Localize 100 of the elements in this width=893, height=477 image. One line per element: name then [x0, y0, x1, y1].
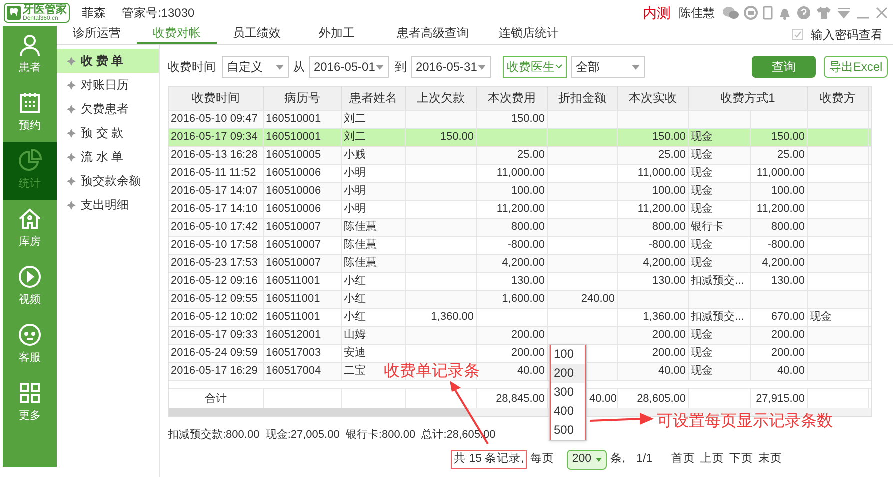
time-mode-select[interactable]: 自定义 [222, 56, 289, 78]
table-cell: 2016-05-12 10:02 [171, 311, 258, 323]
query-button[interactable]: 查询 [752, 56, 816, 78]
table-cell: 4,200.00 [643, 257, 686, 269]
table-row[interactable]: 2016-05-11 11:52 160510006 小明 11,000.00 11,000.00 现金 11,000.00 [169, 164, 871, 182]
table-cell: 130.00 [511, 275, 545, 287]
table-cell: 800.00 [511, 221, 545, 233]
diamond-bullet-icon [67, 152, 76, 162]
table-cell: 160510006 [266, 203, 322, 215]
menu-option[interactable]: 200 [550, 364, 586, 383]
table-cell: 4,200.00 [762, 257, 805, 269]
table-cell: 200.00 [771, 329, 805, 341]
table-row[interactable]: 2016-05-12 09:16 160511001 小红 130.00 130.00 扣减预交... 130.00 [169, 272, 871, 290]
submenu-item[interactable]: 欠费患者 [57, 97, 159, 121]
submenu-item[interactable]: 收 费 单 [57, 49, 159, 73]
table-cell: 40.00 [777, 365, 805, 377]
chat-icon[interactable] [723, 6, 739, 20]
help-icon[interactable] [797, 6, 811, 20]
table-row[interactable]: 2016-05-17 09:33 160512001 山姆 200.00 200.00 现金 200.00 [169, 326, 871, 344]
pie-chart-icon [18, 149, 42, 174]
table-cell: 刘二 [344, 113, 366, 125]
dropdown-menu-icon[interactable] [837, 6, 851, 20]
menu-option[interactable]: 500 [550, 421, 586, 440]
page-link[interactable]: 下页 [730, 450, 754, 468]
table-cell: 130.00 [652, 275, 686, 287]
table-cell: 11,000.00 [756, 167, 805, 179]
table-row[interactable]: 2016-05-12 09:55 160511001 小红 1,600.00 240.00 [169, 290, 871, 308]
table-row[interactable]: 2016-05-10 17:58 160510007 陈佳慧 -800.00 -800.00 现金 -800.00 [169, 236, 871, 254]
tab[interactable]: 诊所运营 [57, 25, 137, 44]
table-cell: 小红 [344, 311, 366, 323]
submenu-item[interactable]: 支出明细 [57, 193, 159, 217]
table-cell: 2016-05-17 09:34 [171, 131, 258, 143]
page-link[interactable]: 末页 [758, 450, 783, 468]
table-cell: 刘二 [344, 131, 366, 143]
shirt-icon[interactable] [816, 6, 832, 20]
table-cell: 陈佳慧 [344, 257, 377, 269]
table-row[interactable]: 2016-05-17 09:34 160510001 刘二 150.00 150.00 现金 150.00 [169, 128, 871, 146]
table-cell: 130.00 [771, 275, 805, 287]
table-row[interactable]: 2016-05-10 17:42 160510007 陈佳慧 800.00 800.00 银行卡 800.00 [169, 218, 871, 236]
caret-icon [276, 64, 284, 70]
total-cell: 28,605.00 [637, 393, 686, 405]
table-row[interactable]: 2016-05-17 14:10 160510006 小明 11,200.00 11,200.00 现金 11,200.00 [169, 200, 871, 218]
table-cell: 陈佳慧 [344, 221, 377, 233]
table-cell: -800.00 [508, 239, 545, 251]
table-cell: 11,200.00 [756, 203, 805, 215]
face-icon [18, 323, 42, 348]
table-cell: 银行卡 [691, 221, 724, 233]
filter-label: 从 [293, 59, 305, 76]
page-link[interactable]: 上页 [700, 450, 725, 468]
table-cell: 11,000.00 [496, 167, 545, 179]
table-cell: 150.00 [511, 113, 545, 125]
menu-option[interactable]: 400 [550, 402, 586, 421]
table-cell: 1,360.00 [431, 311, 474, 323]
table-cell: 2016-05-17 14:10 [171, 203, 258, 215]
table-cell: 小红 [344, 293, 366, 305]
tab[interactable]: 外加工 [297, 25, 377, 44]
tab[interactable]: 患者高级查询 [377, 25, 489, 44]
submenu-item[interactable]: 预 交 款 [57, 121, 159, 145]
table-cell: 11,000.00 [638, 167, 686, 179]
export-button[interactable]: 导出Excel [824, 56, 888, 78]
table-row[interactable]: 2016-05-13 16:28 160510005 小贱 25.00 25.00 现金 25.00 [169, 146, 871, 164]
table-cell: 2016-05-17 16:29 [171, 365, 258, 377]
tab[interactable]: 员工绩效 [217, 25, 297, 44]
page-link[interactable]: 首页 [672, 450, 696, 468]
person-icon [18, 33, 42, 58]
chevron-icon [555, 64, 563, 70]
table-cell: 160517003 [266, 347, 322, 359]
table-cell: 160517004 [266, 365, 322, 377]
menu-option[interactable]: 300 [550, 383, 586, 402]
page-size-select[interactable]: 200 [567, 450, 608, 470]
grid-icon [18, 381, 42, 406]
doctor-select[interactable]: 全部 [571, 56, 645, 78]
submenu-item[interactable]: 对账日历 [57, 73, 159, 97]
submenu-item[interactable]: 流 水 单 [57, 145, 159, 169]
logo-title: 牙医管家 [23, 4, 67, 16]
mobile-icon[interactable] [763, 6, 773, 20]
table-row[interactable]: 2016-05-17 14:07 160510006 小明 100.00 100.00 现金 100.00 [169, 182, 871, 200]
table-cell: 小红 [344, 275, 366, 287]
doctor-type-select[interactable]: 收费医生 [503, 56, 567, 78]
diamond-bullet-icon [67, 80, 76, 90]
table-cell: -800.00 [648, 239, 686, 251]
table-row[interactable]: 2016-05-10 09:47 160510001 刘二 150.00 [169, 110, 871, 128]
submenu-item[interactable]: 预交款余额 [57, 169, 159, 193]
table-row[interactable]: 2016-05-12 10:02 160511001 小红 1,360.00 1,360.00 扣减预交... 670.00 现金 [169, 308, 871, 326]
checkbox[interactable] [792, 29, 803, 40]
play-icon [18, 265, 42, 290]
environment-label: 内测 [643, 4, 671, 22]
table-row[interactable]: 2016-05-23 17:53 160510007 陈佳慧 4,200.00 4,200.00 现金 4,200.00 [169, 254, 871, 272]
tab[interactable]: 连锁店统计 [489, 25, 569, 44]
table-cell: 160511001 [266, 275, 320, 287]
user-name: 陈佳慧 [679, 5, 715, 22]
phone-icon[interactable] [744, 6, 758, 20]
checkbox-label: 输入密码查看 [811, 26, 883, 44]
bell-icon[interactable] [778, 6, 792, 20]
table-cell: 小明 [344, 167, 366, 179]
tab[interactable]: 收费对帐 [137, 25, 217, 44]
table-cell: 现金 [691, 167, 713, 179]
from-date-field[interactable]: 2016-05-01 [309, 56, 389, 78]
close-icon[interactable] [875, 6, 889, 20]
to-date-field[interactable]: 2016-05-31 [411, 56, 491, 78]
